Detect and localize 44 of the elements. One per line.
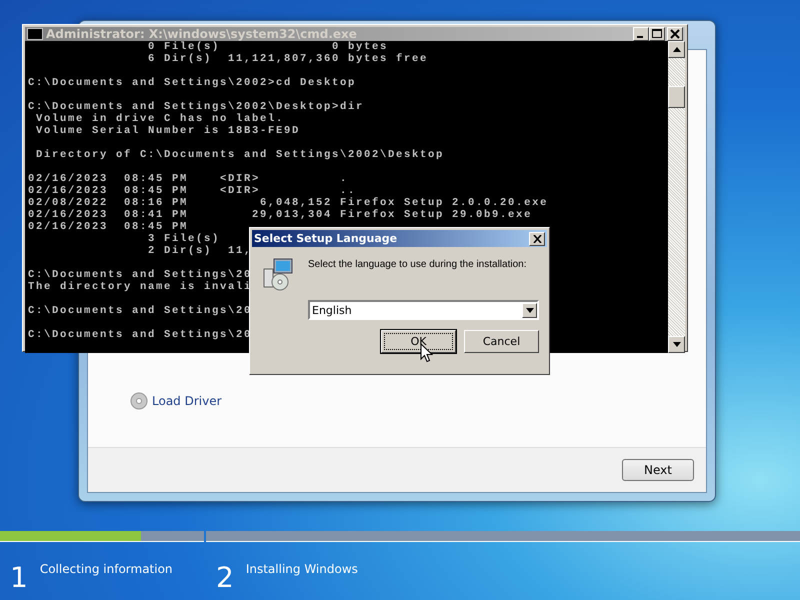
scrollbar-thumb[interactable] [668,86,685,108]
console-line: 02/16/2023 08:41 PM 29,013,304 Firefox Setup 29.0b9.exe [28,209,532,221]
minimize-button[interactable] [633,27,649,41]
scrollbar[interactable] [668,41,685,353]
console-line: 2 Dir(s) 11, [147,245,252,257]
scroll-down-arrow-icon[interactable] [672,342,680,347]
console-line: 3 File(s) [147,233,220,245]
console-line: 02/16/2023 08:45 PM [28,221,188,233]
console-line: 6 Dir(s) 11,121,807,360 bytes free [147,53,428,65]
console-line: 0 File(s) 0 bytes [147,41,388,53]
console-line: The directory name is invali [28,281,252,293]
console-line: C:\Documents and Settings\20 [28,329,252,341]
step-label: Installing Windows [246,562,358,576]
dialog-prompt: Select the language to use during the installation: [308,259,528,270]
maximize-icon [652,29,662,39]
step-number: 2 [216,564,234,592]
close-icon [532,234,542,242]
close-icon [670,29,680,39]
window-title: Administrator: X:\windows\system32\cmd.exe [46,27,358,41]
console-line: 02/16/2023 08:45 PM <DIR> .. [28,185,356,197]
maximize-button[interactable] [649,27,665,41]
disc-icon [130,392,148,410]
minimize-icon [637,36,643,38]
console-line: C:\Documents and Settings\2002\Desktop>dir [28,101,364,113]
step-number: 1 [10,564,28,592]
scroll-up-arrow-icon[interactable] [672,47,680,52]
dialog-title: Select Setup Language [254,232,398,245]
close-button[interactable] [667,27,683,41]
console-line: Directory of C:\Documents and Settings\2002\Desktop [35,149,444,161]
console-line: C:\Documents and Settings\2002>cd Desktop [28,77,356,89]
console-line: C:\Documents and Settings\20 [28,269,252,281]
console-line: 02/16/2023 08:45 PM <DIR> . [28,173,348,185]
step-label: Collecting information [40,562,173,576]
language-dropdown[interactable]: English [308,300,539,320]
console-line: C:\Documents and Settings\20 [28,305,252,317]
load-driver-link[interactable]: Load Driver [152,394,222,408]
dropdown-arrow-icon [526,308,534,312]
console-line: Volume Serial Number is 18B3-FE9D [35,125,300,137]
ok-button[interactable]: OK [381,330,456,353]
console-line: Volume in drive C has no label. [35,113,284,125]
close-button[interactable] [529,232,545,246]
console-line: 02/08/2022 08:16 PM 6,048,152 Firefox Setup 2.0.0.20.exe [28,197,548,209]
cancel-button[interactable]: Cancel [464,330,539,353]
next-button[interactable]: Next [622,459,694,481]
